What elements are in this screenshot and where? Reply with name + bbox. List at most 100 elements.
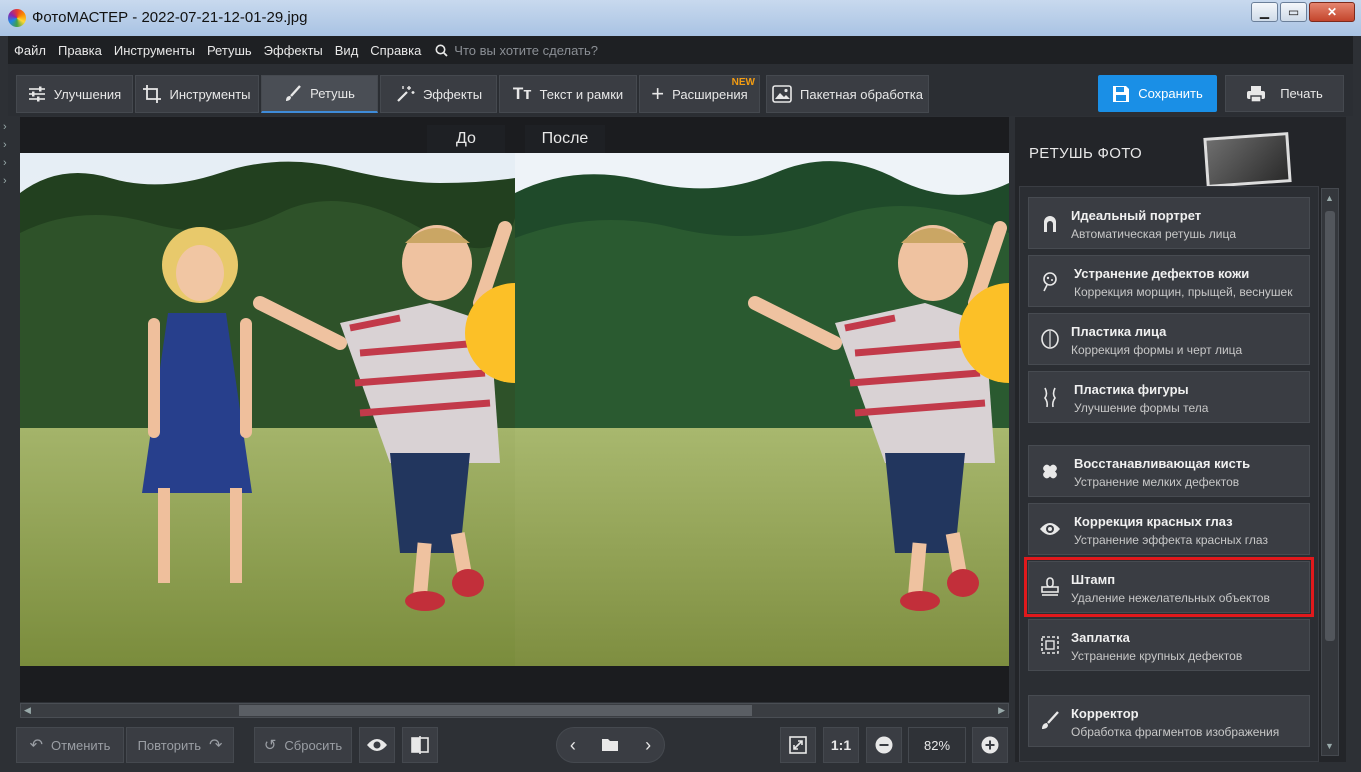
face-icon [1044,216,1056,232]
zoom-level[interactable]: 82% [908,727,966,763]
close-button[interactable]: ✕ [1309,2,1355,22]
next-image-icon[interactable]: › [645,735,651,756]
undo-button[interactable]: ↶ Отменить [16,727,124,763]
app-window: ФотоМАСТЕР - 2022-07-21-12-01-29.jpg ▁ ▭… [0,0,1361,772]
save-icon [1113,85,1130,102]
tool-body-shape[interactable]: Пластика фигуры Улучшение формы тела [1028,371,1310,423]
after-label: После [525,125,605,153]
tab-effects[interactable]: Эффекты [380,75,497,113]
save-button[interactable]: Сохранить [1098,75,1217,112]
panel-decoration-photo [1203,132,1292,188]
menu-view[interactable]: Вид [329,43,365,58]
tool-red-eye[interactable]: Коррекция красных глаз Устранение эффект… [1028,503,1310,555]
actual-size-button[interactable]: 1:1 [823,727,859,763]
scroll-up-icon[interactable]: ▲ [1325,193,1334,203]
folder-icon[interactable] [601,738,619,752]
tab-effects-label: Эффекты [422,86,483,102]
minimize-button[interactable]: ▁ [1251,2,1278,22]
magic-wand-icon [397,86,415,102]
tab-extensions[interactable]: + Расширения NEW [639,75,760,113]
reset-button[interactable]: ↺ Сбросить [254,727,352,763]
side-expand-handles[interactable]: › › › › [3,118,15,190]
reset-label: Сбросить [284,737,343,753]
fit-screen-button[interactable] [780,727,816,763]
text-icon: Tт [512,84,532,103]
tool-title: Коррекция красных глаз [1074,514,1233,529]
preview-toggle-button[interactable] [359,727,395,763]
horizontal-scrollbar[interactable]: ◀ ▶ [20,703,1009,718]
zoom-out-button[interactable] [866,727,902,763]
tool-desc: Устранение мелких дефектов [1074,475,1240,489]
panel-vertical-scrollbar[interactable]: ▲ ▼ [1321,188,1339,756]
tab-text-label: Текст и рамки [539,86,624,102]
scroll-right-icon[interactable]: ▶ [995,704,1008,717]
tab-retouch-label: Ретушь [310,86,355,101]
tool-title: Восстанавливающая кисть [1074,456,1251,471]
eye-icon [367,739,387,751]
tool-desc: Автоматическая ретушь лица [1071,227,1236,241]
tab-batch-label: Пакетная обработка [800,86,923,102]
tool-skin-defects[interactable]: Устранение дефектов кожи Коррекция морщи… [1028,255,1310,307]
tool-title: Пластика фигуры [1074,382,1189,397]
tool-stamp[interactable]: Штамп Удаление нежелательных объектов [1024,557,1314,617]
tool-desc: Улучшение формы тела [1074,401,1209,415]
tool-ideal-portrait[interactable]: Идеальный портрет Автоматическая ретушь … [1028,197,1310,249]
menu-effects[interactable]: Эффекты [258,43,329,58]
window-title: ФотоМАСТЕР - 2022-07-21-12-01-29.jpg [32,9,308,26]
minus-icon [875,736,893,754]
scroll-left-icon[interactable]: ◀ [21,704,34,717]
eye-icon [1040,523,1060,535]
tool-desc: Удаление нежелательных объектов [1071,591,1270,605]
previous-image-icon[interactable]: ‹ [570,735,576,756]
maximize-button[interactable]: ▭ [1280,2,1307,22]
tab-tools[interactable]: Инструменты [135,75,259,113]
menu-search[interactable]: Что вы хотите сделать? [435,43,598,58]
menu-file[interactable]: Файл [8,43,52,58]
tool-title: Штамп [1071,572,1116,587]
patch-icon [1041,636,1059,654]
menu-bar: Файл Правка Инструменты Ретушь Эффекты В… [8,36,1353,64]
scroll-down-icon[interactable]: ▼ [1325,741,1334,751]
tool-corrector[interactable]: Корректор Обработка фрагментов изображен… [1028,695,1310,747]
tab-enhance[interactable]: Улучшения [16,75,133,113]
tool-patch[interactable]: Заплатка Устранение крупных дефектов [1028,619,1310,671]
compare-icon [411,736,429,754]
tab-retouch[interactable]: Ретушь [261,75,378,113]
panel-scroll-thumb[interactable] [1325,211,1335,641]
expand-icon [789,736,807,754]
tool-title: Корректор [1071,706,1139,721]
scroll-thumb[interactable] [239,705,752,716]
face-shape-icon [1041,329,1059,349]
sliders-icon [28,86,45,102]
new-badge: NEW [731,77,755,88]
navigation-group: ‹ › [556,727,665,763]
stamp-icon [1041,577,1059,596]
menu-edit[interactable]: Правка [52,43,108,58]
tab-batch[interactable]: Пакетная обработка [766,75,929,113]
menu-help[interactable]: Справка [364,43,427,58]
tool-healing-brush[interactable]: Восстанавливающая кисть Устранение мелки… [1028,445,1310,497]
after-photo[interactable] [515,153,1009,666]
tool-desc: Обработка фрагментов изображения [1071,725,1280,739]
tab-text-frames[interactable]: Tт Текст и рамки [499,75,637,113]
zoom-in-button[interactable] [972,727,1008,763]
tool-title: Идеальный портрет [1071,208,1202,223]
brush-icon [1042,711,1059,729]
image-icon [772,85,792,103]
menu-tools[interactable]: Инструменты [108,43,201,58]
print-button[interactable]: Печать [1225,75,1344,112]
title-bar: ФотоМАСТЕР - 2022-07-21-12-01-29.jpg ▁ ▭… [0,0,1361,36]
redo-button[interactable]: Повторить ↷ [126,727,234,763]
menu-retouch[interactable]: Ретушь [201,43,258,58]
body-icon [1044,387,1056,408]
save-label: Сохранить [1138,86,1203,101]
redo-label: Повторить [137,737,202,753]
tool-face-shape[interactable]: Пластика лица Коррекция формы и черт лиц… [1028,313,1310,365]
tool-title: Пластика лица [1071,324,1167,339]
compare-button[interactable] [402,727,438,763]
before-photo[interactable] [20,153,515,666]
crop-icon [143,85,162,103]
undo-icon: ↶ [29,737,43,754]
search-icon [435,44,448,57]
before-label: До [427,125,505,153]
